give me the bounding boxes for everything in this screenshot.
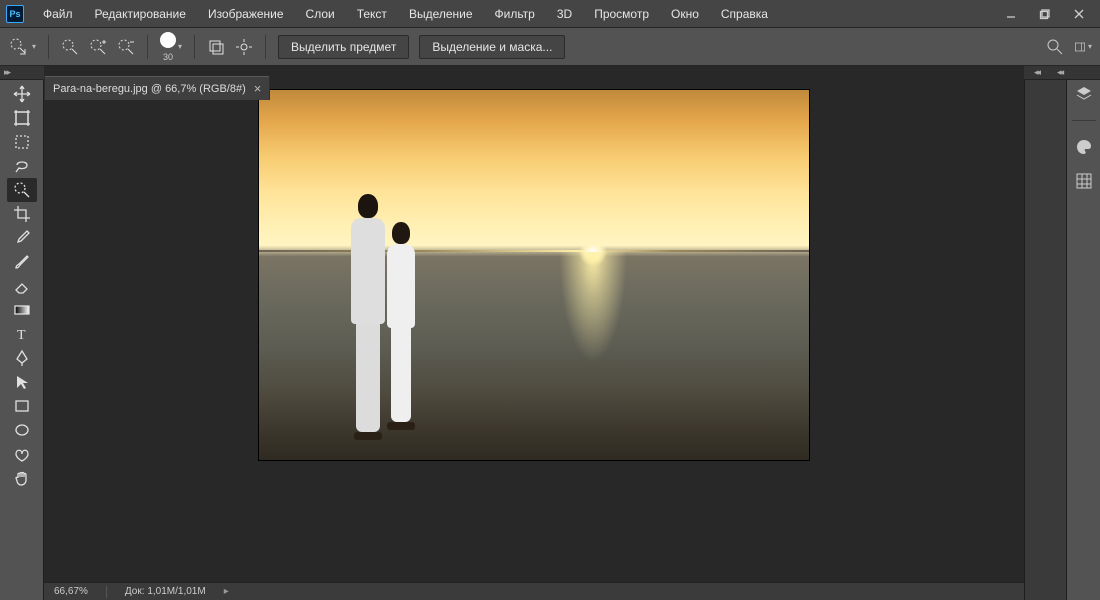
chevron-down-icon: ▾	[32, 42, 36, 51]
app-logo: Ps	[6, 5, 24, 23]
select-subject-button[interactable]: Выделить предмет	[278, 35, 409, 59]
sample-all-layers-icon[interactable]	[207, 38, 225, 56]
workspace-switcher-icon[interactable]: ▾	[1074, 38, 1092, 56]
menu-file[interactable]: Файл	[34, 3, 82, 25]
expand-right-icon: ▸▸	[4, 67, 9, 78]
chevron-down-icon: ▾	[178, 42, 182, 51]
divider	[1072, 120, 1096, 121]
document-tab[interactable]: Para-na-beregu.jpg @ 66,7% (RGB/8#) ×	[44, 76, 270, 100]
menu-type[interactable]: Текст	[348, 3, 396, 25]
toolbar-collapse-strip[interactable]: ▸▸	[0, 66, 44, 80]
document-tab-title: Para-na-beregu.jpg @ 66,7% (RGB/8#)	[53, 83, 246, 95]
marquee-tool[interactable]	[7, 130, 37, 154]
image-canvas[interactable]	[259, 90, 809, 460]
tools-toolbar: T	[0, 66, 44, 600]
artboard-tool[interactable]	[7, 106, 37, 130]
image-sun-reflection	[559, 252, 627, 362]
custom-shape-tool[interactable]	[7, 442, 37, 466]
status-zoom[interactable]: 66,67%	[54, 586, 88, 597]
right-dock	[1066, 66, 1100, 600]
app-logo-text: Ps	[9, 9, 20, 19]
gradient-tool[interactable]	[7, 298, 37, 322]
brush-size-preset[interactable]: 30 ▾	[160, 32, 182, 62]
crop-tool[interactable]	[7, 202, 37, 226]
brush-tool[interactable]	[7, 250, 37, 274]
swatches-panel-icon[interactable]	[1074, 171, 1094, 191]
path-selection-tool[interactable]	[7, 370, 37, 394]
menu-help[interactable]: Справка	[712, 3, 777, 25]
color-panel-icon[interactable]	[1074, 137, 1094, 157]
menu-3d[interactable]: 3D	[548, 3, 581, 25]
rectangle-tool[interactable]	[7, 394, 37, 418]
work-area: ▸▸ ◂◂ ◂◂ T Para-na-beregu.jpg @ 66,7% (R…	[0, 66, 1100, 600]
quick-selection-icon	[8, 36, 30, 58]
auto-enhance-icon[interactable]	[235, 38, 253, 56]
type-tool[interactable]: T	[7, 322, 37, 346]
subtract-from-selection-icon[interactable]	[117, 38, 135, 56]
select-and-mask-button[interactable]: Выделение и маска...	[419, 35, 565, 59]
pen-tool[interactable]	[7, 346, 37, 370]
window-restore-button[interactable]	[1032, 5, 1058, 23]
menu-bar: Ps Файл Редактирование Изображение Слои …	[0, 0, 1100, 28]
menu-layers[interactable]: Слои	[297, 3, 344, 25]
divider	[265, 35, 266, 59]
right-gutter	[1024, 66, 1066, 600]
ellipse-tool[interactable]	[7, 418, 37, 442]
layers-panel-icon[interactable]	[1074, 84, 1094, 104]
divider	[147, 35, 148, 59]
window-close-button[interactable]	[1066, 5, 1092, 23]
close-icon[interactable]: ×	[254, 81, 262, 96]
window-minimize-button[interactable]	[998, 5, 1024, 23]
svg-text:T: T	[17, 328, 26, 343]
lasso-tool[interactable]	[7, 154, 37, 178]
status-docsize-value: 1,01M/1,01M	[147, 586, 205, 597]
document-tab-strip: Para-na-beregu.jpg @ 66,7% (RGB/8#) ×	[44, 76, 270, 100]
hand-tool[interactable]	[7, 466, 37, 490]
menu-view[interactable]: Просмотр	[585, 3, 658, 25]
brush-dot-icon	[160, 32, 176, 48]
options-bar: ▾ 30 ▾ Выделить предмет Выделение и маск…	[0, 28, 1100, 66]
eraser-tool[interactable]	[7, 274, 37, 298]
status-bar: 66,67% Док: 1,01M/1,01M ▸	[44, 582, 1024, 600]
current-tool-indicator[interactable]: ▾	[8, 36, 36, 58]
chevron-down-icon: ▾	[1088, 42, 1092, 51]
image-person-woman	[381, 222, 421, 434]
image-horizon	[259, 250, 809, 252]
status-docsize-label: Док:	[125, 586, 145, 597]
menu-select[interactable]: Выделение	[400, 3, 482, 25]
quick-selection-tool[interactable]	[7, 178, 37, 202]
chevron-right-icon[interactable]: ▸	[224, 586, 229, 597]
menu-edit[interactable]: Редактирование	[86, 3, 195, 25]
divider	[48, 35, 49, 59]
new-selection-icon[interactable]	[61, 38, 79, 56]
canvas-area[interactable]: 66,67% Док: 1,01M/1,01M ▸	[44, 66, 1024, 600]
move-tool[interactable]	[7, 82, 37, 106]
expand-left-icon: ◂◂	[1057, 67, 1062, 78]
expand-left-icon: ◂◂	[1034, 67, 1039, 78]
add-to-selection-icon[interactable]	[89, 38, 107, 56]
divider	[106, 586, 107, 598]
menu-window[interactable]: Окно	[662, 3, 708, 25]
divider	[194, 35, 195, 59]
eyedropper-tool[interactable]	[7, 226, 37, 250]
dock-collapse-strip[interactable]: ◂◂ ◂◂	[1024, 66, 1100, 80]
search-icon[interactable]	[1046, 38, 1064, 56]
brush-size-value: 30	[161, 52, 175, 62]
menu-filter[interactable]: Фильтр	[486, 3, 544, 25]
menu-image[interactable]: Изображение	[199, 3, 293, 25]
